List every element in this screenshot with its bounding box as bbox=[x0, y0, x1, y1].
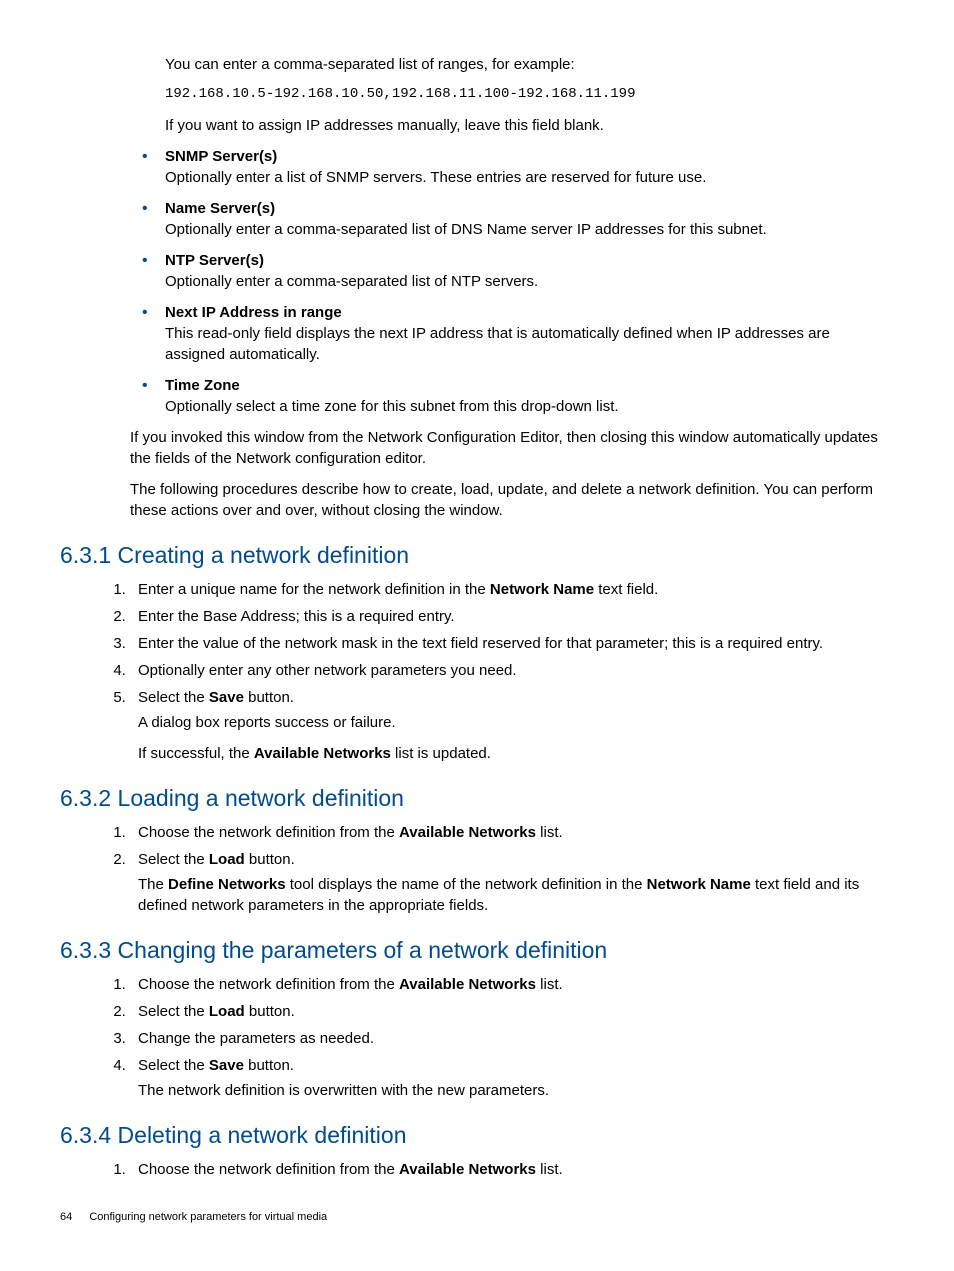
list-item: SNMP Server(s) Optionally enter a list o… bbox=[130, 146, 894, 188]
code-example: 192.168.10.5-192.168.10.50,192.168.11.10… bbox=[165, 85, 894, 105]
list-item: Select the Load button. The Define Netwo… bbox=[130, 849, 894, 916]
intro-text-2: If you want to assign IP addresses manua… bbox=[165, 115, 894, 136]
item-desc: This read-only field displays the next I… bbox=[165, 323, 894, 365]
section-heading-634: 6.3.4 Deleting a network definition bbox=[60, 1119, 894, 1151]
step-note: The network definition is overwritten wi… bbox=[138, 1080, 894, 1101]
body-text: If you invoked this window from the Netw… bbox=[130, 427, 894, 469]
footer-title: Configuring network parameters for virtu… bbox=[89, 1211, 327, 1223]
item-title: Name Server(s) bbox=[165, 198, 894, 219]
item-desc: Optionally enter a list of SNMP servers.… bbox=[165, 167, 894, 188]
steps-633: Choose the network definition from the A… bbox=[60, 974, 894, 1101]
item-title: NTP Server(s) bbox=[165, 250, 894, 271]
list-item: Choose the network definition from the A… bbox=[130, 822, 894, 843]
section-heading-633: 6.3.3 Changing the parameters of a netwo… bbox=[60, 934, 894, 966]
list-item: Enter a unique name for the network defi… bbox=[130, 579, 894, 600]
step-note: The Define Networks tool displays the na… bbox=[138, 874, 894, 916]
item-desc: Optionally enter a comma-separated list … bbox=[165, 219, 894, 240]
param-list: SNMP Server(s) Optionally enter a list o… bbox=[130, 146, 894, 417]
list-item: Optionally enter any other network param… bbox=[130, 660, 894, 681]
list-item: Enter the value of the network mask in t… bbox=[130, 633, 894, 654]
list-item: Next IP Address in range This read-only … bbox=[130, 302, 894, 365]
list-item: Choose the network definition from the A… bbox=[130, 1159, 894, 1180]
list-item: Select the Load button. bbox=[130, 1001, 894, 1022]
steps-631: Enter a unique name for the network defi… bbox=[60, 579, 894, 764]
list-item: Name Server(s) Optionally enter a comma-… bbox=[130, 198, 894, 240]
list-item: Select the Save button. A dialog box rep… bbox=[130, 687, 894, 764]
step-note: A dialog box reports success or failure. bbox=[138, 712, 894, 733]
steps-634: Choose the network definition from the A… bbox=[60, 1159, 894, 1180]
page-footer: 64 Configuring network parameters for vi… bbox=[60, 1210, 894, 1225]
steps-632: Choose the network definition from the A… bbox=[60, 822, 894, 916]
page-number: 64 bbox=[60, 1211, 72, 1223]
list-item: Select the Save button. The network defi… bbox=[130, 1055, 894, 1101]
list-item: Enter the Base Address; this is a requir… bbox=[130, 606, 894, 627]
item-title: Next IP Address in range bbox=[165, 302, 894, 323]
body-text: The following procedures describe how to… bbox=[130, 479, 894, 521]
item-title: SNMP Server(s) bbox=[165, 146, 894, 167]
list-item: Choose the network definition from the A… bbox=[130, 974, 894, 995]
section-heading-631: 6.3.1 Creating a network definition bbox=[60, 539, 894, 571]
list-item: NTP Server(s) Optionally enter a comma-s… bbox=[130, 250, 894, 292]
step-note: If successful, the Available Networks li… bbox=[138, 743, 894, 764]
list-item: Change the parameters as needed. bbox=[130, 1028, 894, 1049]
section-heading-632: 6.3.2 Loading a network definition bbox=[60, 782, 894, 814]
item-desc: Optionally select a time zone for this s… bbox=[165, 396, 894, 417]
item-title: Time Zone bbox=[165, 375, 894, 396]
intro-text: You can enter a comma-separated list of … bbox=[165, 54, 894, 75]
list-item: Time Zone Optionally select a time zone … bbox=[130, 375, 894, 417]
item-desc: Optionally enter a comma-separated list … bbox=[165, 271, 894, 292]
